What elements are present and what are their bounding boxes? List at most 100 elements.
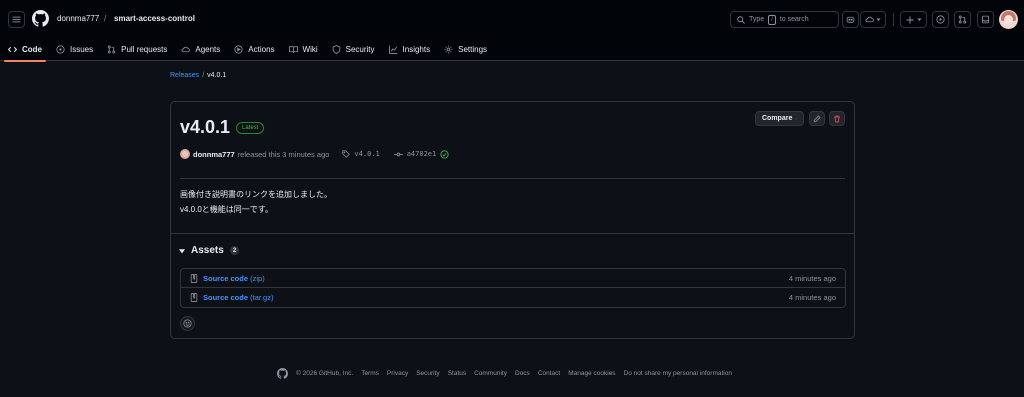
trash-icon [834, 115, 840, 122]
assets-toggle[interactable]: Assets 2 [179, 245, 240, 256]
inbox-button[interactable] [977, 11, 994, 28]
edit-release-button[interactable] [809, 111, 825, 126]
hamburger-icon [12, 16, 21, 23]
footer-link-privacy[interactable]: Privacy [387, 370, 408, 377]
breadcrumb: Releases / v4.0.1 [170, 72, 226, 79]
path-separator: / [104, 14, 107, 23]
commit-link[interactable]: a4702e1 [407, 150, 437, 158]
asset-ext: (tar.gz) [250, 293, 274, 302]
breadcrumb-current: v4.0.1 [207, 72, 227, 79]
chevron-down-icon [917, 18, 921, 21]
check-circle-icon[interactable] [440, 149, 449, 159]
tab-wiki[interactable]: Wiki [283, 37, 324, 61]
issue-opened-icon [936, 15, 945, 24]
cloud-icon [865, 16, 874, 23]
asset-ext: (zip) [250, 273, 265, 283]
release-card: v4.0.1 Latest Compare donnma777 released… [170, 101, 855, 339]
tab-pull-requests[interactable]: Pull requests [101, 37, 173, 61]
create-new-button[interactable] [900, 11, 927, 28]
released-text: released this 3 minutes ago [237, 149, 330, 159]
tab-settings-label: Settings [458, 44, 488, 54]
footer-link-status[interactable]: Status [448, 370, 466, 377]
copilot-dropdown-button[interactable] [860, 11, 886, 28]
shield-icon [332, 44, 340, 54]
pull-requests-button[interactable] [954, 11, 971, 28]
search-icon [737, 15, 745, 24]
tab-code-label: Code [22, 44, 42, 54]
asset-link[interactable]: Source code (tar.gz) [203, 293, 273, 302]
release-notes-line: v4.0.0と機能は同一です。 [180, 205, 273, 214]
meta-divider [180, 178, 845, 179]
copilot-button[interactable] [842, 11, 859, 28]
compare-label: Compare [762, 115, 793, 122]
add-reaction-button[interactable] [180, 316, 195, 331]
issues-button[interactable] [932, 11, 949, 28]
tab-security[interactable]: Security [326, 37, 381, 61]
git-pull-request-icon [107, 45, 116, 53]
release-title[interactable]: v4.0.1 [180, 117, 230, 138]
tag-link[interactable]: v4.0.1 [354, 150, 379, 158]
repo-name-link[interactable]: smart-access-control [114, 14, 195, 23]
top-bar: donnma777 / smart-access-control Type / … [0, 0, 1024, 37]
tab-insights-label: Insights [402, 44, 431, 54]
menu-button[interactable] [8, 11, 25, 28]
asset-time: 4 minutes ago [788, 293, 836, 302]
search-shortcut-key: / [768, 14, 776, 25]
chevron-down-icon [796, 118, 797, 119]
asset-link[interactable]: Source code (zip) [203, 274, 265, 283]
play-icon [234, 44, 243, 54]
footer-link-docs[interactable]: Docs [515, 370, 530, 377]
github-logo-icon[interactable] [32, 10, 49, 27]
inbox-icon [981, 15, 990, 24]
chevron-down-icon [876, 18, 881, 21]
file-zip-icon [190, 293, 198, 302]
tab-agents[interactable]: Agents [175, 37, 226, 61]
footer-link-do-not-share[interactable]: Do not share my personal information [624, 370, 732, 377]
footer-link-terms[interactable]: Terms [361, 370, 379, 377]
tab-issues-label: Issues [70, 44, 94, 54]
asset-list: Source code (zip) 4 minutes ago Source c… [180, 268, 846, 308]
author-link[interactable]: donnma777 [193, 150, 235, 159]
tab-actions[interactable]: Actions [228, 37, 280, 61]
app-header: donnma777 / smart-access-control Type / … [0, 0, 1024, 62]
author-avatar[interactable] [180, 149, 190, 159]
delete-release-button[interactable] [829, 111, 845, 126]
header-divider [893, 13, 894, 26]
search-input[interactable]: Type / to search [730, 11, 839, 28]
search-placeholder-suffix: to search [779, 16, 809, 23]
asset-time: 4 minutes ago [788, 273, 836, 283]
triangle-down-icon [179, 248, 185, 253]
footer-link-contact[interactable]: Contact [538, 370, 560, 377]
footer-link-community[interactable]: Community [474, 370, 507, 377]
agents-icon [181, 46, 191, 52]
breadcrumb-releases-link[interactable]: Releases [170, 72, 199, 79]
book-icon [288, 45, 298, 53]
tab-insights[interactable]: Insights [383, 37, 437, 61]
search-placeholder-prefix: Type [749, 16, 765, 23]
release-notes: 画像付き説明書のリンクを追加しました。 v4.0.0と機能は同一です。 [180, 187, 332, 217]
assets-divider [171, 233, 854, 234]
github-logo-icon[interactable] [277, 368, 288, 379]
compare-button[interactable]: Compare [755, 111, 804, 126]
footer-link-security[interactable]: Security [416, 370, 439, 377]
tag-icon [342, 150, 351, 158]
user-avatar[interactable] [999, 10, 1018, 29]
assets-count-badge: 2 [229, 246, 240, 255]
repo-nav-tabs: Code Issues Pull requests Agents Actions… [0, 37, 493, 62]
list-item: Source code (tar.gz) 4 minutes ago [181, 288, 845, 307]
tab-issues[interactable]: Issues [50, 37, 99, 61]
tab-settings[interactable]: Settings [438, 37, 493, 61]
repo-owner-link[interactable]: donnma777 [57, 14, 99, 23]
pencil-icon [813, 114, 821, 122]
code-icon [8, 46, 17, 52]
tab-actions-label: Actions [248, 44, 275, 54]
file-zip-icon [190, 273, 198, 283]
tab-agents-label: Agents [195, 44, 221, 54]
tab-code[interactable]: Code [2, 37, 48, 62]
tab-security-label: Security [345, 44, 375, 54]
gear-icon [444, 45, 453, 53]
breadcrumb-separator: / [202, 72, 205, 79]
latest-badge: Latest [236, 122, 265, 134]
footer-link-manage-cookies[interactable]: Manage cookies [568, 370, 615, 377]
tab-wiki-label: Wiki [302, 44, 318, 54]
